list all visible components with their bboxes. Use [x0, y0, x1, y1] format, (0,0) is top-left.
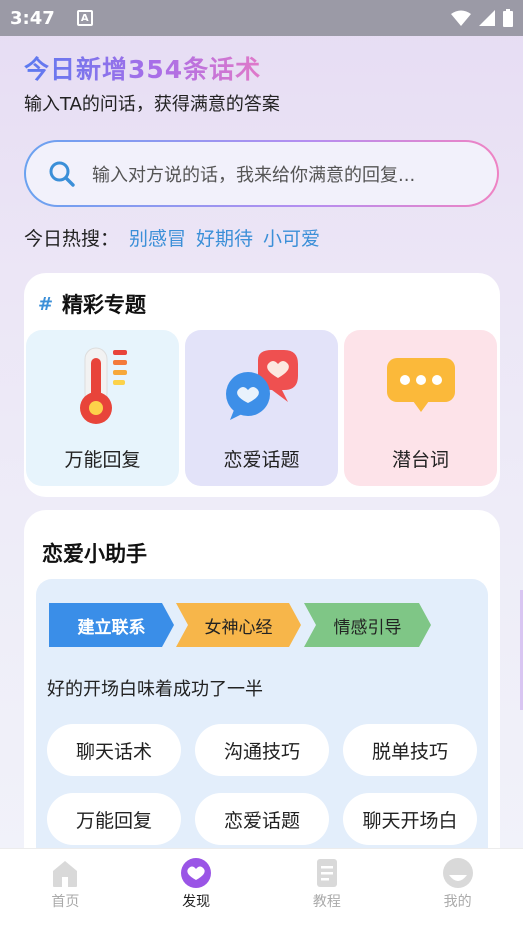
topic-tile-universal-reply[interactable]: 万能回复: [26, 330, 179, 486]
profile-icon: [442, 858, 473, 888]
search-bar[interactable]: 输入对方说的话，我来给你满意的回复...: [24, 140, 499, 207]
hot-search-label: 今日热搜：: [24, 228, 120, 250]
thermometer-icon: [79, 347, 127, 424]
tab-label: 教程: [312, 894, 341, 910]
featured-title: # 精彩专题: [38, 289, 146, 319]
tab-home[interactable]: 首页: [0, 849, 131, 929]
pill-universal-reply[interactable]: 万能回复: [47, 793, 181, 845]
bottom-tab-bar: 首页 发现 教程 我的: [0, 848, 523, 929]
discover-heart-icon: [181, 858, 212, 888]
pill-love-topics[interactable]: 恋爱话题: [195, 793, 329, 845]
chat-hearts-icon: [225, 350, 298, 420]
step-goddess-mind[interactable]: 女神心经: [176, 603, 301, 647]
tab-discover[interactable]: 发现: [131, 849, 262, 929]
love-helper-card: 恋爱小助手 建立联系 女神心经 情感引导 好的开场白味着成功了一半 聊天话术 沟…: [24, 510, 500, 870]
topic-tile-love-topics[interactable]: 恋爱话题: [185, 330, 338, 486]
pill-dating-tips[interactable]: 脱单技巧: [343, 724, 477, 776]
tile-label: 恋爱话题: [223, 449, 300, 471]
pill-chat-skills[interactable]: 聊天话术: [47, 724, 181, 776]
step-build-connection[interactable]: 建立联系: [49, 603, 174, 647]
search-input[interactable]: 输入对方说的话，我来给你满意的回复...: [92, 161, 415, 187]
speech-bubble-dots-icon: [386, 358, 455, 412]
home-icon: [53, 861, 78, 887]
topic-tile-subtext[interactable]: 潜台词: [344, 330, 497, 486]
signal-icon: [479, 10, 495, 26]
love-helper-panel: 建立联系 女神心经 情感引导 好的开场白味着成功了一半 聊天话术 沟通技巧 脱单…: [36, 579, 488, 870]
hash-icon: #: [38, 293, 54, 315]
headline: 今日新增354条话术: [24, 50, 261, 86]
status-bar: 3:47 A: [0, 0, 523, 36]
featured-topics-card: # 精彩专题 万能回复 恋爱话题 潜台词: [24, 273, 500, 497]
tab-tutorial[interactable]: 教程: [262, 849, 393, 929]
status-time: 3:47: [10, 7, 55, 29]
featured-title-text: 精彩专题: [62, 293, 146, 317]
tab-label: 我的: [443, 894, 472, 910]
pill-chat-openers[interactable]: 聊天开场白: [343, 793, 477, 845]
battery-icon: [503, 9, 513, 27]
tab-label: 发现: [182, 894, 211, 910]
document-icon: [316, 859, 337, 887]
hot-tag[interactable]: 别感冒: [129, 224, 186, 251]
step-emotion-guide[interactable]: 情感引导: [304, 603, 431, 647]
wifi-icon: [451, 10, 471, 26]
pill-communication[interactable]: 沟通技巧: [195, 724, 329, 776]
search-icon: [49, 161, 75, 187]
tile-label: 万能回复: [64, 449, 141, 471]
tip-text: 好的开场白味着成功了一半: [47, 679, 263, 700]
subline: 输入TA的问话，获得满意的答案: [24, 94, 280, 115]
tile-label: 潜台词: [391, 449, 449, 471]
love-helper-title: 恋爱小助手: [42, 542, 147, 566]
tab-label: 首页: [51, 894, 80, 910]
hot-tag[interactable]: 小可爱: [263, 224, 320, 251]
tab-mine[interactable]: 我的: [392, 849, 523, 929]
notification-a-icon: A: [76, 10, 93, 26]
hot-search-row: 今日热搜： 别感冒 好期待 小可爱: [24, 224, 320, 251]
hot-tag[interactable]: 好期待: [196, 224, 253, 251]
